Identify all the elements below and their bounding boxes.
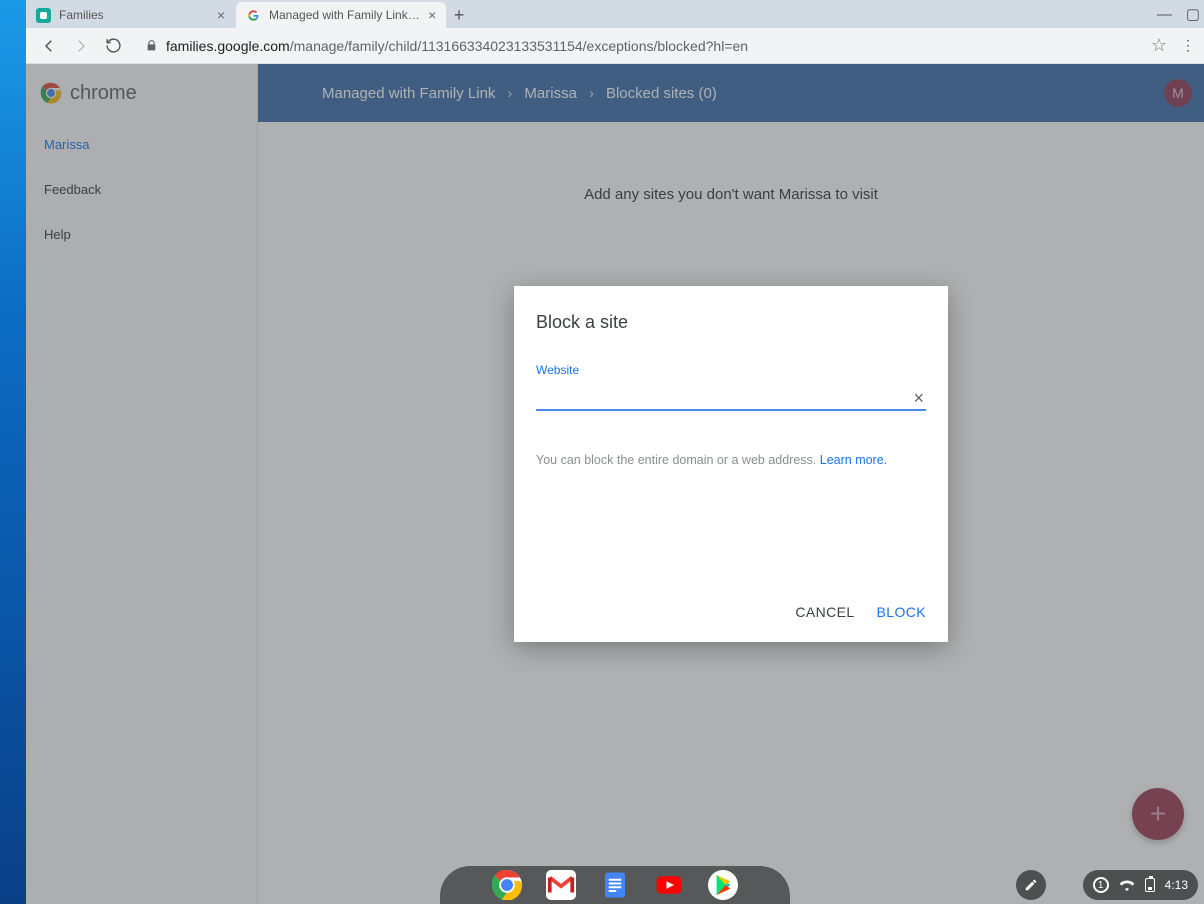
app-gmail-icon[interactable]	[546, 870, 576, 900]
status-tray[interactable]: 1 4:13	[1083, 870, 1198, 900]
battery-icon	[1145, 878, 1155, 892]
bookmark-star-icon[interactable]: ☆	[1151, 35, 1167, 56]
back-button[interactable]	[38, 35, 60, 57]
app-chrome-icon[interactable]	[492, 870, 522, 900]
website-field-label: Website	[514, 333, 948, 377]
forward-button[interactable]	[70, 35, 92, 57]
shelf-well	[440, 866, 790, 904]
block-button[interactable]: BLOCK	[877, 604, 926, 620]
tab-families[interactable]: Families ×	[26, 2, 236, 28]
clear-icon[interactable]: ×	[911, 388, 926, 409]
app-play-icon[interactable]	[708, 870, 738, 900]
favicon-families	[36, 8, 51, 23]
browser-menu-icon[interactable]: ⋮	[1181, 37, 1194, 54]
learn-more-link[interactable]: Learn more.	[820, 453, 887, 467]
website-input[interactable]	[536, 390, 911, 406]
maximize-button[interactable]: ▢	[1186, 5, 1200, 23]
new-tab-button[interactable]: +	[446, 2, 472, 28]
lock-icon	[144, 39, 158, 53]
notifications-count: 1	[1093, 877, 1109, 893]
close-icon[interactable]: ×	[214, 8, 228, 22]
chromeos-shelf: 1 4:13	[26, 866, 1204, 904]
url-path: /manage/family/child/1131663340231335311…	[290, 38, 748, 54]
minimize-button[interactable]: —	[1157, 6, 1172, 23]
desktop-background-strip	[0, 0, 26, 904]
tab-managed[interactable]: Managed with Family Link > Exc… ×	[236, 2, 446, 28]
address-bar: families.google.com/manage/family/child/…	[26, 28, 1204, 64]
app-youtube-icon[interactable]	[654, 870, 684, 900]
wifi-icon	[1119, 879, 1135, 891]
cancel-button[interactable]: CANCEL	[795, 604, 854, 620]
clock: 4:13	[1165, 878, 1188, 892]
window-controls: — ▢	[1157, 0, 1200, 28]
stylus-button[interactable]	[1016, 870, 1046, 900]
reload-button[interactable]	[102, 35, 124, 57]
modal-title: Block a site	[514, 286, 948, 333]
app-docs-icon[interactable]	[600, 870, 630, 900]
modal-hint: You can block the entire domain or a web…	[514, 411, 948, 467]
tab-title: Families	[59, 8, 208, 22]
url-field[interactable]: families.google.com/manage/family/child/…	[166, 38, 1143, 54]
modal-actions: CANCEL BLOCK	[795, 604, 926, 620]
tab-title: Managed with Family Link > Exc…	[269, 8, 421, 22]
tab-strip: Families × Managed with Family Link > Ex…	[26, 0, 1204, 28]
close-icon[interactable]: ×	[427, 8, 439, 22]
website-input-wrap: ×	[536, 387, 926, 411]
block-site-modal: Block a site Website × You can block the…	[514, 286, 948, 642]
favicon-google	[246, 8, 261, 23]
url-host: families.google.com	[166, 38, 290, 54]
